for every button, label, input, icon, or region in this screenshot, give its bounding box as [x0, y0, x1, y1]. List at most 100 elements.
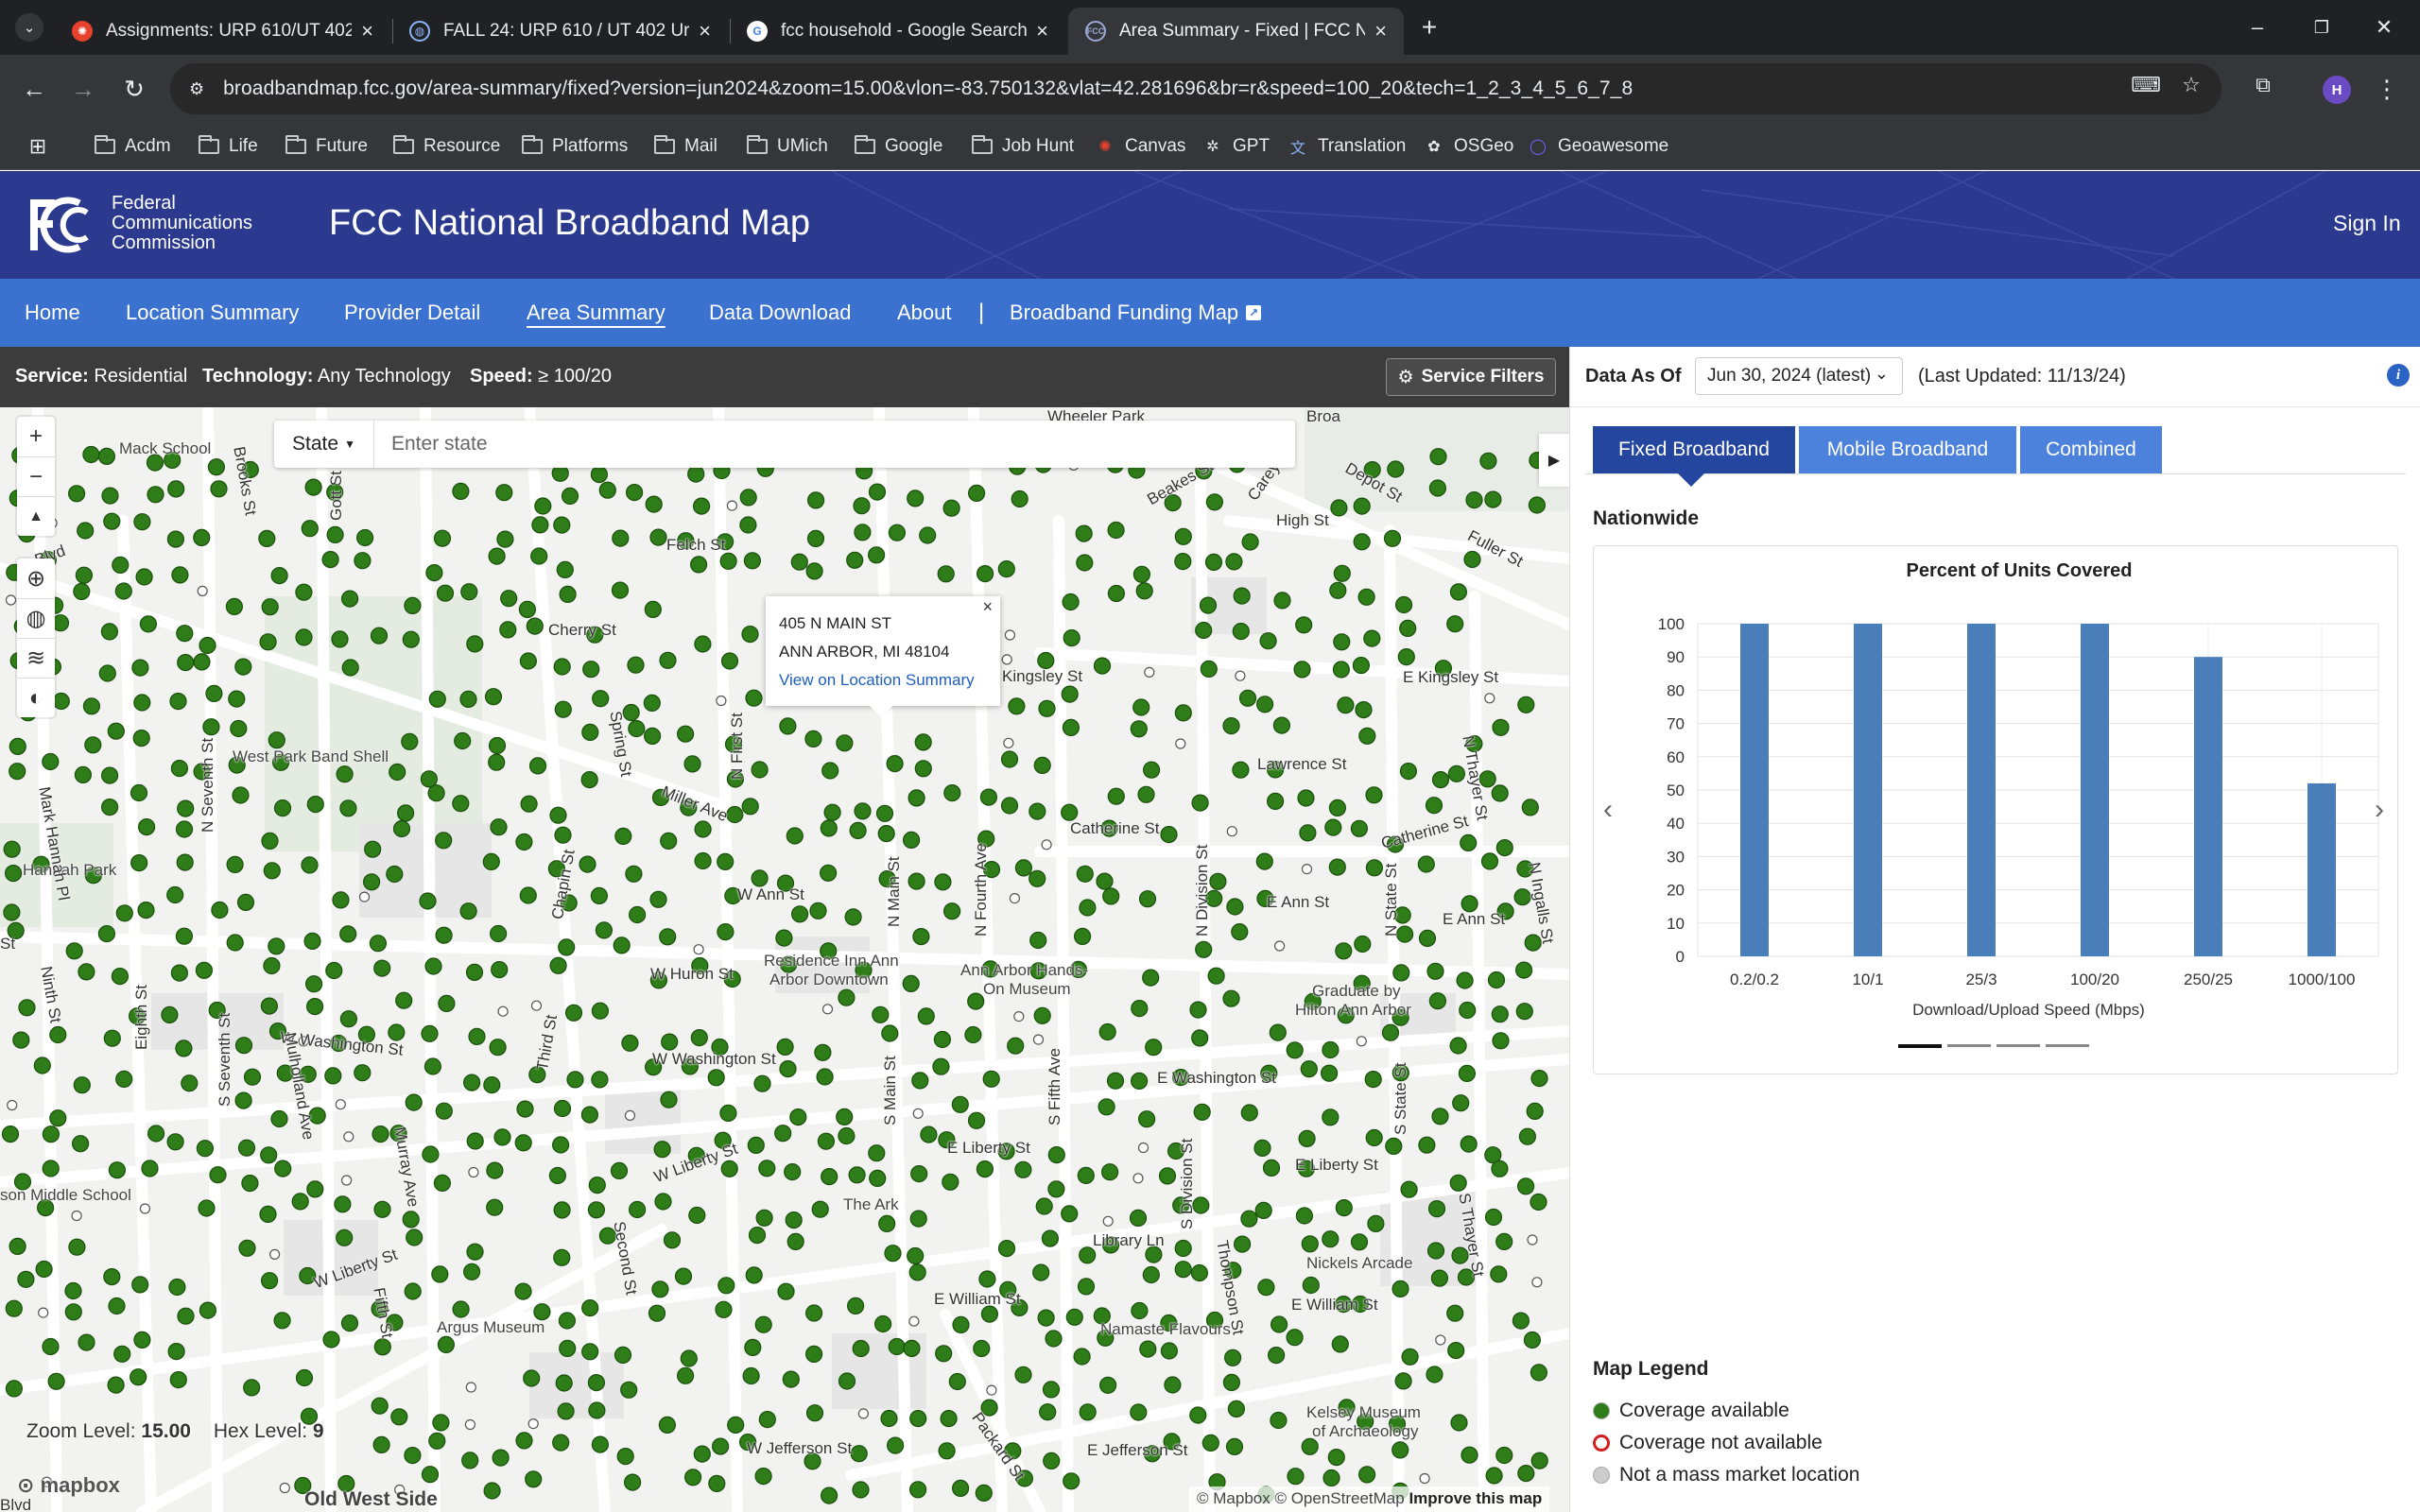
coverage-dot — [741, 798, 759, 816]
bookmark-mail[interactable]: Mail — [654, 123, 717, 170]
nav-provider-detail[interactable]: Provider Detail — [344, 279, 480, 347]
palette-icon[interactable]: ◐ — [17, 678, 55, 717]
coverage-dot — [436, 584, 455, 602]
improve-map-link[interactable]: Improve this map — [1409, 1489, 1542, 1507]
bookmark-resource[interactable]: Resource — [393, 123, 500, 170]
nav-broadband-funding-map[interactable]: Broadband Funding Map ↗ — [1010, 279, 1262, 347]
globe-icon[interactable]: ◍ — [17, 598, 55, 638]
coverage-dot — [1392, 964, 1410, 982]
url-text[interactable]: broadbandmap.fcc.gov/area-summary/fixed?… — [223, 77, 1633, 100]
nav-about[interactable]: About — [897, 279, 952, 347]
tab-fixed-broadband[interactable]: Fixed Broadband — [1593, 426, 1795, 473]
tab-close-icon[interactable]: × — [361, 19, 373, 43]
bookmark-canvas[interactable]: ✺ Canvas — [1095, 123, 1185, 170]
collapse-panel-caret-icon[interactable]: ▶ — [1539, 434, 1569, 487]
coverage-map[interactable]: Mack School Wheeler Park Broa Felch St B… — [0, 407, 1569, 1512]
bookmark-star-icon[interactable]: ☆ — [2172, 66, 2210, 104]
bookmark-job-hunt[interactable]: Job Hunt — [972, 123, 1074, 170]
bookmark-future[interactable]: Future — [285, 123, 368, 170]
browser-tab-fall24[interactable]: ◍ FALL 24: URP 610 / UT 402 Urba × — [392, 8, 728, 55]
bookmark-google[interactable]: Google — [855, 123, 942, 170]
coverage-dot — [1495, 1446, 1513, 1465]
coverage-dot — [649, 528, 667, 546]
browser-tab-assignments[interactable]: ✺ Assignments: URP 610/UT 402 ( × — [55, 8, 390, 55]
browser-tab-area-summary[interactable]: FCC Area Summary - Fixed | FCC Nat × — [1068, 8, 1404, 55]
geolocate-icon[interactable]: ⊕ — [17, 558, 55, 598]
data-version-select[interactable]: Jun 30, 2024 (latest) ⌄ — [1695, 357, 1903, 395]
tab-search-chevron-icon[interactable]: ⌄ — [15, 13, 43, 42]
compass-north-button[interactable]: ▲ — [17, 496, 55, 536]
fcc-agency-name[interactable]: Federal Communications Commission — [112, 194, 252, 253]
map-label: Old West Side — [304, 1488, 438, 1510]
carousel-dot[interactable] — [1898, 1044, 1942, 1048]
coverage-dot — [1098, 1376, 1117, 1394]
browser-tab-google-search[interactable]: G fcc household - Google Search × — [730, 8, 1065, 55]
coverage-dot — [821, 762, 839, 780]
coverage-dot — [1132, 698, 1150, 716]
tab-close-icon[interactable]: × — [699, 19, 711, 43]
layers-icon[interactable]: ≋ — [17, 638, 55, 678]
window-restore-icon[interactable]: ❐ — [2303, 9, 2341, 45]
coverage-dot — [1232, 761, 1250, 779]
nav-area-summary[interactable]: Area Summary — [527, 279, 666, 347]
coverage-dot — [1195, 940, 1213, 958]
service-filters-button[interactable]: ⚙ Service Filters — [1386, 358, 1556, 396]
forward-arrow-icon[interactable]: → — [64, 70, 102, 108]
new-tab-plus-icon[interactable]: + — [1413, 11, 1445, 43]
reload-icon[interactable]: ↻ — [115, 70, 153, 108]
fcc-logo-icon[interactable] — [23, 194, 95, 256]
coverage-dot — [1293, 661, 1311, 679]
carousel-dot[interactable] — [1996, 1044, 2040, 1047]
service-label: Service: — [15, 366, 89, 387]
bookmark-umich[interactable]: UMich — [747, 123, 828, 170]
coverage-dot — [73, 582, 91, 600]
profile-avatar[interactable]: H — [2323, 76, 2351, 104]
window-close-icon[interactable]: ✕ — [2365, 9, 2403, 45]
tab-mobile-broadband[interactable]: Mobile Broadband — [1799, 426, 2016, 473]
bookmark-acdm[interactable]: Acdm — [95, 123, 171, 170]
bookmark-life[interactable]: Life — [199, 123, 258, 170]
translate-page-icon[interactable]: ⌨ — [2127, 66, 2165, 104]
bookmark-gpt[interactable]: ✲ GPT — [1202, 123, 1270, 170]
carousel-dot[interactable] — [1947, 1044, 1991, 1047]
site-info-tune-icon[interactable]: ⚙ — [189, 79, 204, 99]
tab-close-icon[interactable]: × — [1036, 19, 1048, 43]
coverage-dot — [193, 653, 211, 671]
coverage-dot — [1232, 623, 1250, 641]
view-location-summary-link[interactable]: View on Location Summary — [779, 666, 987, 695]
nav-data-download[interactable]: Data Download — [709, 279, 851, 347]
mapbox-logo[interactable]: ⊙ mapbox — [17, 1473, 120, 1498]
bookmark-osgeo[interactable]: ✿ OSGeo — [1424, 123, 1513, 170]
browser-menu-dots-icon[interactable]: ⋮ — [2368, 70, 2406, 108]
coverage-dot — [753, 1074, 771, 1092]
popup-close-icon[interactable]: × — [982, 598, 993, 615]
coverage-dot — [103, 1267, 121, 1286]
url-omnibox[interactable]: ⚙ broadbandmap.fcc.gov/area-summary/fixe… — [170, 63, 2221, 114]
nav-home[interactable]: Home — [25, 279, 80, 347]
info-icon[interactable]: i — [2387, 364, 2410, 387]
extensions-puzzle-icon[interactable]: ⧉ — [2244, 66, 2282, 104]
carousel-dot[interactable] — [2046, 1044, 2089, 1047]
tab-combined[interactable]: Combined — [2020, 426, 2162, 473]
map-label: S Division St — [1178, 1138, 1196, 1229]
back-arrow-icon[interactable]: ← — [15, 70, 53, 108]
coverage-dot — [715, 1300, 733, 1318]
zoom-in-button[interactable]: + — [17, 417, 55, 456]
zoom-out-button[interactable]: − — [17, 456, 55, 496]
apps-grid-icon[interactable]: ⊞ — [25, 133, 51, 160]
state-search-input[interactable] — [374, 421, 1295, 467]
state-dropdown[interactable]: State ▼ — [274, 421, 374, 468]
window-minimize-icon[interactable]: – — [2238, 9, 2276, 45]
carousel-prev-arrow-icon[interactable]: ‹ — [1603, 794, 1613, 826]
coverage-dot — [1000, 797, 1019, 815]
nav-location-summary[interactable]: Location Summary — [126, 279, 299, 347]
bookmark-platforms[interactable]: Platforms — [522, 123, 628, 170]
sign-in-link[interactable]: Sign In — [2333, 211, 2401, 236]
nav-separator: | — [978, 300, 985, 325]
attribution-text[interactable]: © Mapbox © OpenStreetMap — [1197, 1489, 1405, 1507]
bookmark-translation[interactable]: 文 Translation — [1288, 123, 1406, 170]
carousel-next-arrow-icon[interactable]: › — [2375, 794, 2384, 826]
site-title[interactable]: FCC National Broadband Map — [329, 203, 810, 244]
bookmark-geoawesome[interactable]: ◯ Geoawesome — [1528, 123, 1668, 170]
tab-close-icon[interactable]: × — [1374, 19, 1387, 43]
